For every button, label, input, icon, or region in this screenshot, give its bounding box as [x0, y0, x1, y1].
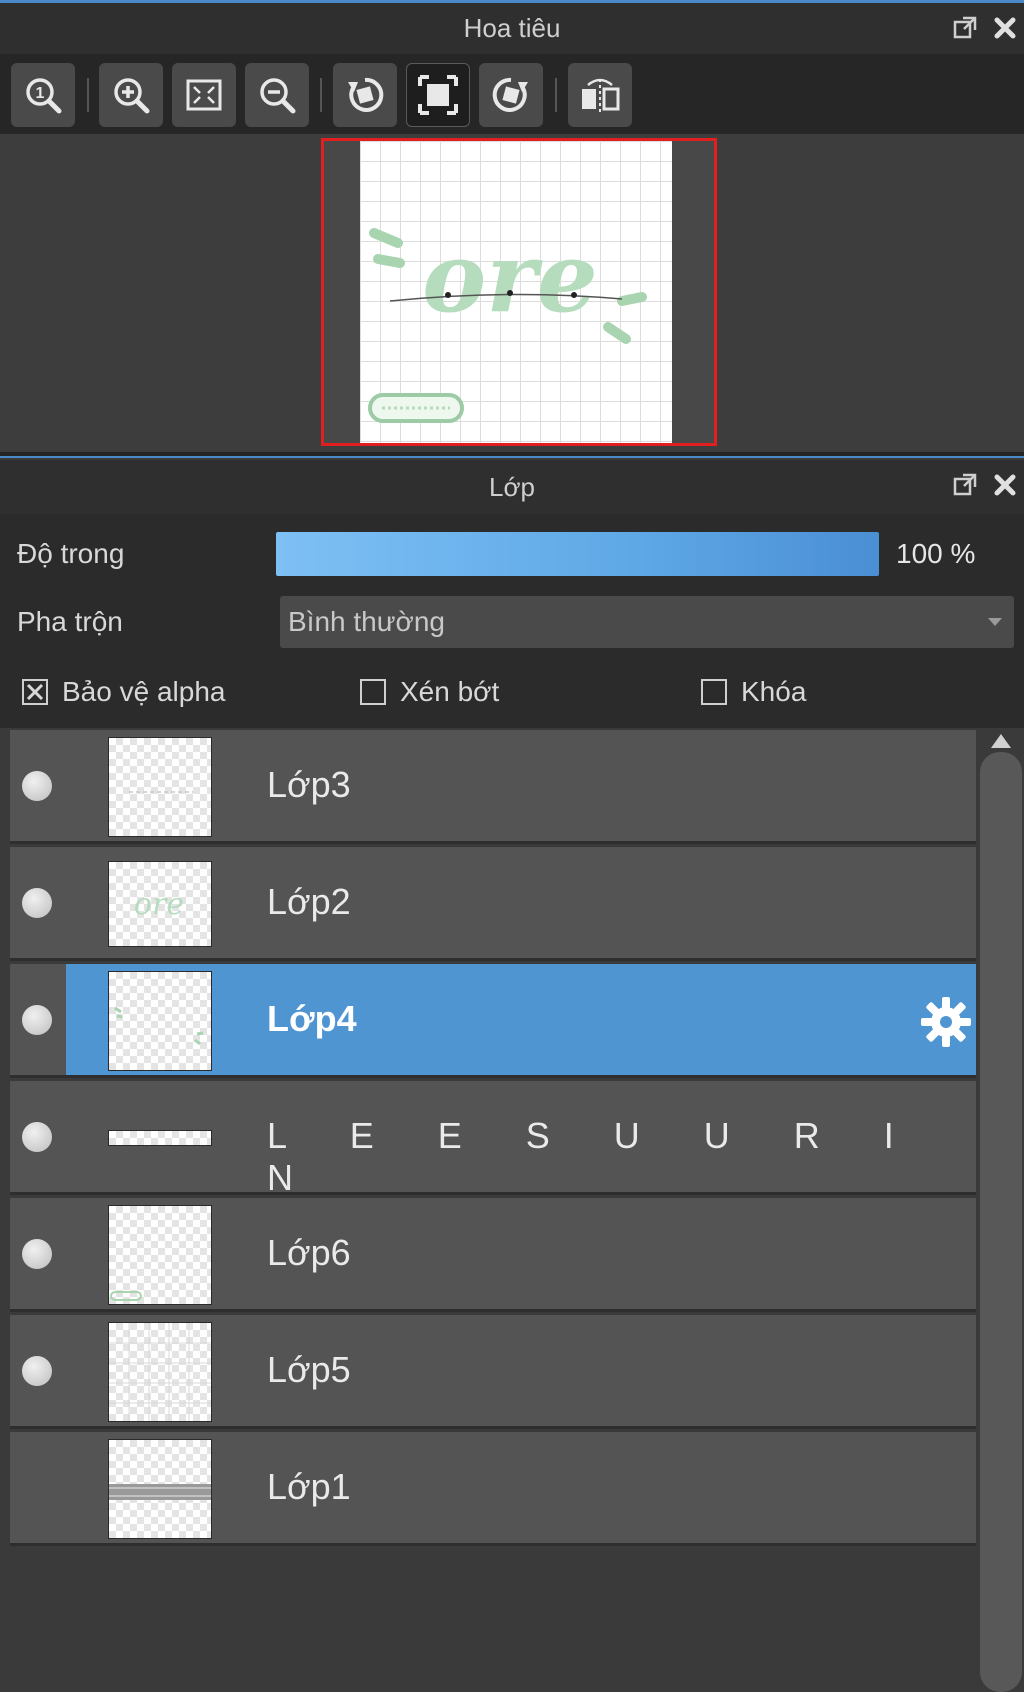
- blend-mode-value: Bình thường: [288, 606, 445, 637]
- layer-name: Lớp2: [267, 881, 351, 922]
- lock-label: Khóa: [741, 676, 807, 707]
- canvas-artwork-image: ore: [368, 221, 647, 423]
- blend-label: Pha trộn: [17, 606, 123, 637]
- layer-thumbnail: [108, 1439, 212, 1539]
- layer-name: Lớp3: [267, 764, 351, 805]
- blend-row: Pha trộn Bình thường: [0, 596, 1024, 650]
- fit-to-window-button[interactable]: [172, 63, 236, 127]
- layer-thumbnail: [108, 1205, 212, 1305]
- zoom-out-button[interactable]: [245, 63, 309, 127]
- layer-row-selected[interactable]: Lớp4: [10, 964, 976, 1078]
- navigator-title: Hoa tiêu: [463, 13, 561, 43]
- visibility-toggle-icon[interactable]: [22, 1005, 52, 1035]
- fit-canvas-icon: [418, 75, 458, 115]
- clipping-checkbox[interactable]: Xén bớt: [360, 676, 499, 708]
- layer-options-row: Bảo vệ alpha Xén bớt Khóa: [0, 650, 1024, 728]
- layer-row[interactable]: ore Lớp2: [10, 847, 976, 961]
- close-icon[interactable]: [990, 13, 1020, 43]
- svg-text:ore: ore: [134, 887, 184, 922]
- layer-name: Lớp1: [267, 1466, 351, 1507]
- zoom-in-button[interactable]: [99, 63, 163, 127]
- checkbox-unchecked-icon: [701, 679, 727, 705]
- layer-name: Lớp4: [267, 998, 357, 1039]
- scrollbar-thumb[interactable]: [980, 752, 1022, 1692]
- rotate-right-icon: [492, 77, 528, 112]
- layer-row[interactable]: Lớp5: [10, 1315, 976, 1429]
- layers-title: Lớp: [489, 471, 535, 502]
- layer-name: L E E S U U R I N: [267, 1115, 921, 1198]
- flip-horizontal-icon: [582, 78, 620, 113]
- navigator-viewport-frame[interactable]: ore: [321, 138, 717, 446]
- svg-text:1: 1: [36, 85, 45, 102]
- layer-thumbnail: ore: [108, 861, 212, 947]
- navigator-toolbar: 1: [0, 54, 1024, 134]
- layer-row[interactable]: Lớp1: [10, 1432, 976, 1546]
- rotate-left-button[interactable]: [333, 63, 397, 127]
- layers-list: Lớp3 ore Lớp2 Lớp4 L E E S U U R I N Lớp…: [0, 728, 1024, 1692]
- layer-settings-gear-icon[interactable]: [918, 994, 974, 1050]
- visibility-toggle-icon[interactable]: [22, 1356, 52, 1386]
- close-icon[interactable]: [990, 470, 1020, 500]
- visibility-toggle-icon[interactable]: [22, 1122, 52, 1152]
- opacity-value: 100 %: [896, 538, 976, 569]
- popout-icon[interactable]: [950, 470, 980, 500]
- visibility-toggle-icon[interactable]: [22, 888, 52, 918]
- flip-horizontal-button[interactable]: [568, 63, 632, 127]
- scroll-up-arrow-icon[interactable]: [991, 734, 1011, 748]
- checkbox-unchecked-icon: [360, 679, 386, 705]
- layer-name: Lớp6: [267, 1232, 351, 1273]
- zoom-actual-size-button[interactable]: 1: [11, 63, 75, 127]
- toolbar-separator: [320, 78, 322, 112]
- opacity-label: Độ trong: [17, 538, 125, 569]
- lock-checkbox[interactable]: Khóa: [701, 676, 806, 708]
- protect-alpha-checkbox[interactable]: Bảo vệ alpha: [22, 676, 225, 708]
- layer-row[interactable]: Lớp6: [10, 1198, 976, 1312]
- panel-divider[interactable]: [0, 452, 1024, 458]
- zoom-out-icon: [260, 78, 296, 114]
- zoom-actual-size-icon: 1: [26, 78, 62, 114]
- blend-mode-select[interactable]: Bình thường: [280, 596, 1014, 648]
- navigator-view[interactable]: ore: [0, 134, 1024, 452]
- layers-panel-header: Lớp: [0, 460, 1024, 514]
- opacity-row: Độ trong 100 %: [0, 514, 1024, 596]
- rotate-left-icon: [348, 77, 384, 112]
- navigator-panel-header: Hoa tiêu: [0, 0, 1024, 54]
- layer-thumbnail: [108, 737, 212, 837]
- toolbar-separator: [87, 78, 89, 112]
- paint-app-panels: Hoa tiêu 1 ore Lớp Độ trong 100 % Pha tr…: [0, 0, 1024, 1692]
- layer-row[interactable]: L E E S U U R I N: [10, 1081, 976, 1198]
- visibility-toggle-icon[interactable]: [22, 771, 52, 801]
- popout-icon[interactable]: [950, 13, 980, 43]
- clipping-label: Xén bớt: [400, 676, 500, 707]
- protect-alpha-label: Bảo vệ alpha: [62, 676, 226, 707]
- layer-name: Lớp5: [267, 1349, 351, 1390]
- rotate-right-button[interactable]: [479, 63, 543, 127]
- toolbar-separator: [555, 78, 557, 112]
- layer-thumbnail: [108, 1322, 212, 1422]
- canvas-preview: ore: [360, 141, 672, 443]
- layer-row[interactable]: Lớp3: [10, 730, 976, 844]
- checkbox-checked-icon: [22, 679, 48, 705]
- layer-thumbnail: [108, 1130, 212, 1146]
- svg-text:ore: ore: [422, 221, 598, 334]
- zoom-in-icon: [114, 78, 150, 114]
- fit-to-window-icon: [186, 79, 222, 111]
- visibility-toggle-icon[interactable]: [22, 1239, 52, 1269]
- layer-thumbnail: [108, 971, 212, 1071]
- opacity-slider[interactable]: [276, 532, 879, 576]
- fit-canvas-button[interactable]: [406, 63, 470, 127]
- chevron-down-icon: [988, 618, 1002, 626]
- layers-scrollbar[interactable]: [978, 728, 1024, 1692]
